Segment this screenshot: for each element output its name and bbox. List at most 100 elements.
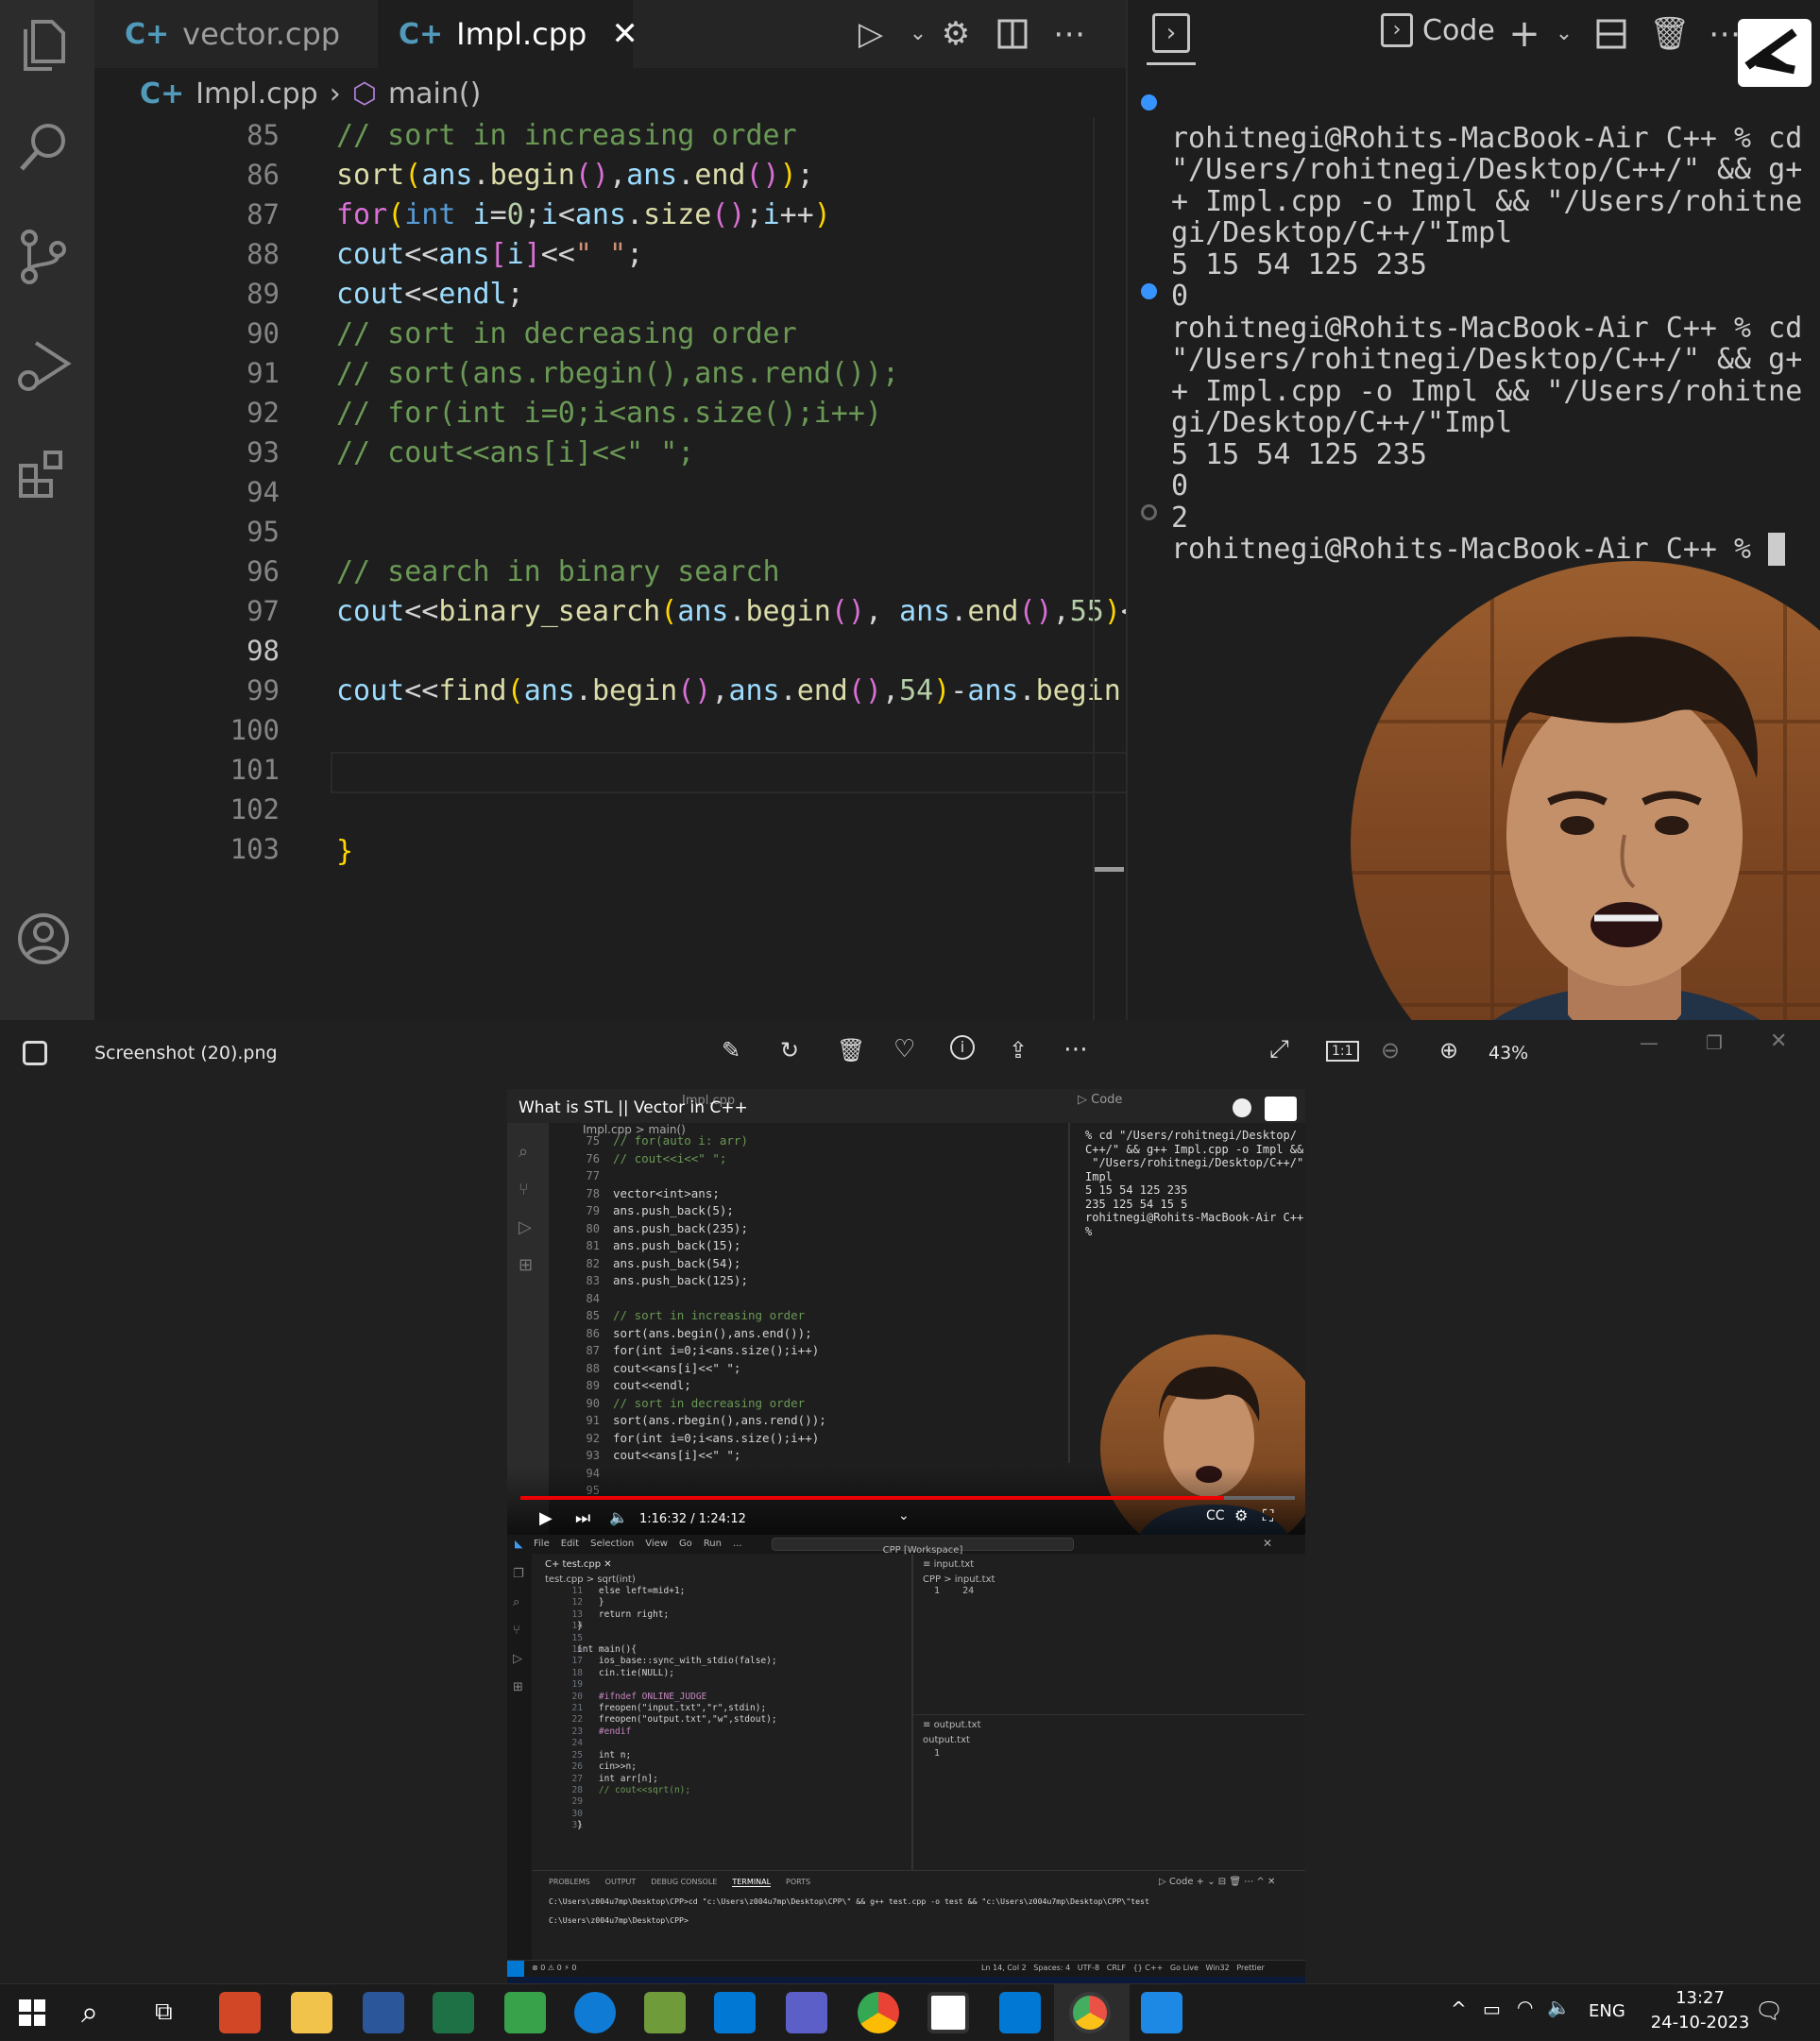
chevron-down-icon[interactable]: ⌄	[898, 1508, 910, 1523]
vs-tab-test[interactable]: C+ test.cpp ✕	[545, 1559, 612, 1570]
word-icon[interactable]	[363, 1992, 404, 2033]
play-icon[interactable]: ▶	[539, 1508, 553, 1528]
scrollbar-thumb[interactable]	[1094, 867, 1124, 872]
chevron-down-icon[interactable]: ⌄	[1543, 13, 1585, 55]
panel-tab[interactable]: OUTPUT	[605, 1878, 637, 1887]
chrome-icon[interactable]	[858, 1992, 899, 2033]
split-terminal-icon[interactable]	[1590, 13, 1632, 55]
breadcrumb-file[interactable]: Impl.cpp	[196, 77, 318, 111]
menu-item[interactable]: Edit	[561, 1539, 579, 1549]
menu-item[interactable]: File	[534, 1539, 550, 1549]
notifications-icon[interactable]: 🗨	[1755, 1998, 1783, 2024]
start-icon[interactable]	[19, 1999, 45, 2026]
menu-item[interactable]: Go	[679, 1539, 692, 1549]
delete-icon[interactable]: 🗑	[837, 1037, 865, 1063]
input-tab[interactable]: ≡ input.txt	[923, 1559, 974, 1570]
clock-date[interactable]: 24-10-2023	[1638, 2013, 1762, 2032]
command-center[interactable]: CPP [Workspace]	[772, 1538, 1074, 1556]
gear-icon[interactable]: ⚙	[935, 13, 977, 55]
tab-impl-cpp[interactable]: C+ Impl.cpp ✕	[378, 0, 638, 68]
output-tab[interactable]: ≡ output.txt	[923, 1720, 980, 1730]
chevron-up-icon[interactable]: ^	[1451, 1998, 1467, 2020]
settings-icon[interactable]: ⚙	[1234, 1506, 1248, 1524]
battery-icon[interactable]: ▭	[1483, 1998, 1501, 2020]
outlook-icon[interactable]	[714, 1992, 756, 2033]
share-icon[interactable]: ⇪	[1009, 1037, 1028, 1063]
menu-item[interactable]: Selection	[590, 1539, 634, 1549]
video-title[interactable]: What is STL || Vector in C++	[519, 1098, 748, 1117]
terminal-selector[interactable]: › Code	[1381, 13, 1495, 47]
panel-tab[interactable]: TERMINAL	[732, 1878, 772, 1887]
search-icon[interactable]	[13, 117, 74, 178]
volume-icon[interactable]: 🔈	[1547, 1996, 1571, 2018]
menu-bar[interactable]: File Edit Selection View Go Run...	[534, 1539, 742, 1549]
app-icon[interactable]	[927, 1992, 969, 2033]
run-icon[interactable]: ▷	[850, 13, 892, 55]
app-icon[interactable]	[504, 1992, 546, 2033]
menu-item[interactable]: ...	[733, 1539, 742, 1549]
add-terminal-icon[interactable]: +	[1504, 13, 1545, 55]
terminal-icon[interactable]: ›	[1152, 13, 1190, 53]
zoom-out-icon[interactable]: ⊖	[1381, 1037, 1400, 1063]
edge-icon[interactable]	[574, 1992, 616, 2033]
remote-icon[interactable]	[507, 1961, 524, 1977]
vscode-icon[interactable]	[999, 1992, 1041, 2033]
volume-icon[interactable]: 🔈	[609, 1508, 628, 1526]
terminal-label[interactable]: ▷ Code + ⌄ ⊟ 🗑 ⋯ ^ ✕	[1159, 1877, 1275, 1887]
task-view-icon[interactable]: ⧉	[155, 1998, 173, 2027]
favorite-icon[interactable]: ♡	[893, 1035, 915, 1063]
tab-vector-cpp[interactable]: C+ vector.cpp	[104, 0, 378, 68]
search-icon[interactable]: ⌕	[81, 1994, 98, 2031]
progress-bar[interactable]	[520, 1496, 1295, 1500]
teams-icon[interactable]	[786, 1992, 827, 2033]
info-icon[interactable]: i	[950, 1035, 975, 1060]
menu-item[interactable]: View	[645, 1539, 668, 1549]
line-number: 101	[230, 754, 280, 786]
notepad-icon[interactable]	[644, 1992, 686, 2033]
chevron-down-icon[interactable]: ⌄	[897, 13, 939, 55]
terminal-output[interactable]: rohitnegi@Rohits-MacBook-Air C++ % cd "/…	[1171, 91, 1804, 566]
close-icon[interactable]: ✕	[611, 15, 638, 53]
captions-icon[interactable]: CC	[1206, 1508, 1225, 1523]
next-icon[interactable]: ⏭	[575, 1508, 590, 1528]
run-debug-icon[interactable]	[13, 336, 74, 397]
actual-size-icon[interactable]: 1:1	[1326, 1041, 1359, 1062]
code-editor[interactable]: 85 86 87 88 89 90 91 92 93 94 95 96 97 98 99 100 101 102 1…	[94, 117, 1275, 1020]
edit-image-icon[interactable]: ✎	[722, 1037, 740, 1063]
trash-icon[interactable]: 🗑	[1649, 13, 1691, 55]
displayed-screenshot[interactable]: Impl.cpp What is STL || Vector in C++ Im…	[507, 1089, 1305, 1977]
menu-item[interactable]: Run	[704, 1539, 722, 1549]
powerpoint-icon[interactable]	[219, 1992, 261, 2033]
fullscreen-icon[interactable]: ⛶	[1263, 1506, 1273, 1525]
active-app-highlight	[1054, 1984, 1130, 2041]
wifi-icon[interactable]: ◠	[1517, 1996, 1533, 2018]
watch-later-icon[interactable]	[1233, 1098, 1251, 1117]
file-explorer-icon[interactable]	[291, 1992, 332, 2033]
close-window-icon[interactable]: ✕	[1263, 1537, 1272, 1550]
status-left[interactable]: ⊗ 0 ⚠ 0 ⚡ 0	[532, 1964, 576, 1972]
photos-icon[interactable]	[1141, 1992, 1182, 2033]
source-control-icon[interactable]	[13, 227, 74, 287]
breadcrumb-symbol[interactable]: main()	[388, 77, 481, 111]
panel-tab[interactable]: PROBLEMS	[549, 1878, 590, 1887]
more-actions-icon[interactable]: ⋯	[1048, 13, 1090, 55]
extensions-icon[interactable]	[13, 444, 74, 504]
panel-tab[interactable]: PORTS	[786, 1878, 810, 1887]
panel-tabs[interactable]: PROBLEMS OUTPUT DEBUG CONSOLE TERMINAL PORTS	[549, 1878, 810, 1887]
minimize-icon[interactable]: —	[1640, 1031, 1658, 1054]
fullscreen-icon[interactable]: ⤢	[1269, 1035, 1289, 1064]
maximize-icon[interactable]: ❐	[1706, 1031, 1723, 1054]
youtube-player[interactable]: Impl.cpp What is STL || Vector in C++ Im…	[507, 1089, 1305, 1535]
zoom-in-icon[interactable]: ⊕	[1439, 1037, 1458, 1063]
clock-time[interactable]: 13:27	[1662, 1988, 1738, 2008]
rotate-icon[interactable]: ↻	[780, 1037, 799, 1063]
status-right[interactable]: Ln 14, Col 2 Spaces: 4 UTF-8 CRLF {} C++…	[981, 1964, 1265, 1972]
close-window-icon[interactable]: ✕	[1770, 1029, 1787, 1053]
split-editor-icon[interactable]	[992, 13, 1033, 55]
panel-tab[interactable]: DEBUG CONSOLE	[651, 1878, 717, 1887]
account-icon[interactable]	[13, 909, 74, 969]
language-indicator[interactable]: ENG	[1589, 2001, 1625, 2021]
more-icon[interactable]: ⋯	[1063, 1035, 1088, 1063]
explorer-icon[interactable]	[13, 15, 74, 76]
excel-icon[interactable]	[433, 1992, 474, 2033]
